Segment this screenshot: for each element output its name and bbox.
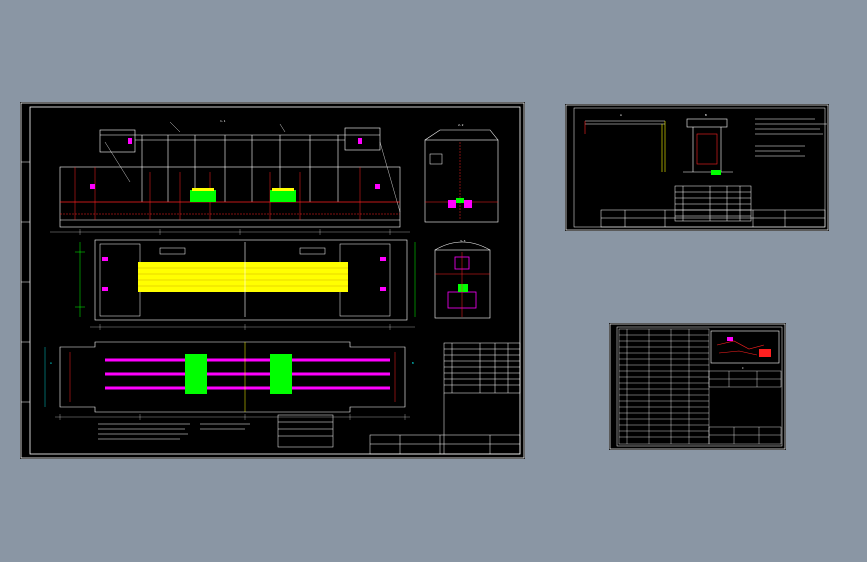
title-block bbox=[369, 434, 521, 455]
detail-view-label-a: A bbox=[620, 113, 622, 117]
detail-notes bbox=[755, 118, 827, 157]
detail-title-block bbox=[600, 209, 826, 228]
detail-parts-table bbox=[674, 185, 752, 222]
detail-inner-border bbox=[573, 107, 826, 228]
schedule-inner-border bbox=[616, 326, 783, 447]
detail-drawing-canvas: A B bbox=[565, 104, 829, 231]
detail-view-label-b: B bbox=[705, 113, 707, 117]
elevation-view bbox=[50, 121, 410, 235]
detail-drawing-sheet[interactable]: A B bbox=[565, 104, 829, 231]
notes-block bbox=[98, 414, 334, 448]
schedule-outer-border bbox=[609, 323, 786, 450]
view-label-a: A bbox=[50, 361, 52, 365]
schedule-title-block bbox=[708, 370, 782, 445]
piping-plan-view bbox=[44, 341, 410, 420]
cad-viewer: { "viewer": { "background": "#8a96a4", "… bbox=[0, 0, 867, 562]
main-border-ticks bbox=[21, 161, 30, 403]
main-drawing-sheet[interactable]: 1-1 2-2 3-3 A B bbox=[20, 102, 525, 459]
schedule-drawing-sheet[interactable]: C bbox=[609, 323, 786, 450]
schedule-drawing-canvas: C bbox=[609, 323, 786, 450]
view-label-2: 2-2 bbox=[458, 123, 464, 127]
schedule-table bbox=[618, 328, 710, 445]
schedule-view-label: C bbox=[742, 366, 744, 370]
plan-hatched-area bbox=[138, 262, 348, 292]
view-label-b: B bbox=[412, 361, 414, 365]
schedule-detail-view bbox=[710, 330, 780, 364]
parts-table bbox=[443, 342, 521, 454]
section-view-lower bbox=[434, 241, 491, 319]
detail-view-b bbox=[683, 118, 733, 175]
detail-view-a bbox=[584, 120, 666, 172]
view-label-3: 3-3 bbox=[460, 239, 466, 243]
view-label-1: 1-1 bbox=[220, 119, 226, 123]
plan-view bbox=[75, 239, 416, 330]
main-drawing-canvas: 1-1 2-2 3-3 A B bbox=[20, 102, 525, 459]
section-view-upper bbox=[424, 129, 499, 223]
